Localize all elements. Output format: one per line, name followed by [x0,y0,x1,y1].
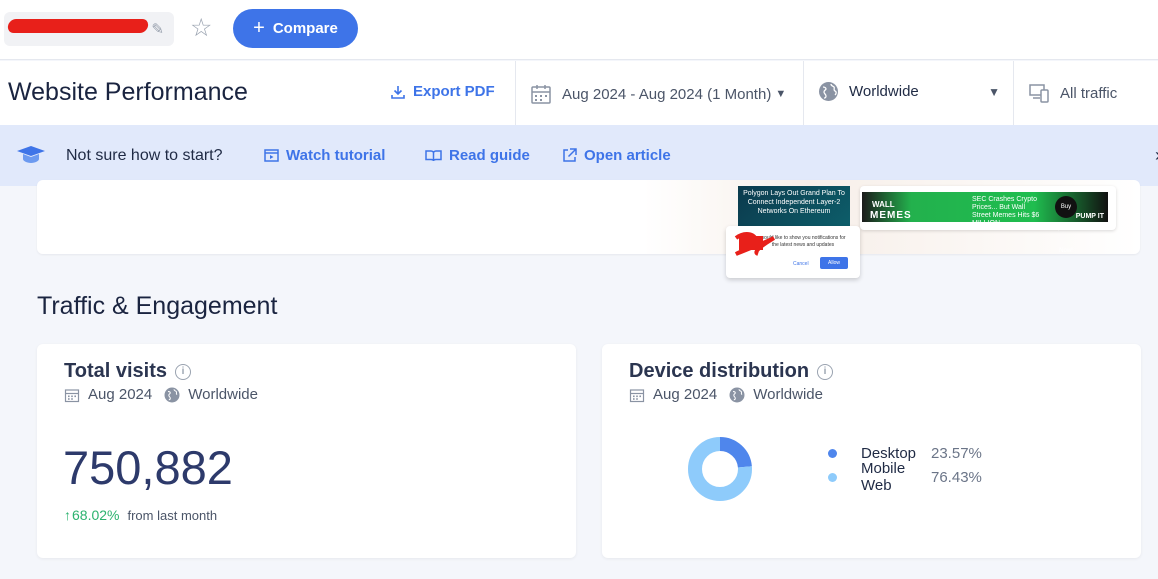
watch-tutorial-link[interactable]: Watch tutorial [264,147,385,164]
ad-strip-banner: WALL MEMES SEC Crashes Crypto Prices... … [862,192,1108,254]
caret-down-icon: ▼ [775,88,787,100]
region-value: Worldwide [849,83,919,100]
device-legend: Desktop 23.57% Mobile Web 76.43% [828,441,982,494]
period-label: Aug 2024 [653,386,718,403]
date-range-selector[interactable]: Aug 2024 - Aug 2024 (1 Month) ▼ [530,83,786,105]
devices-icon [1029,84,1049,103]
ad-headline-image[interactable]: Polygon Lays Out Grand Plan To Connect I… [738,186,850,228]
ad-brand: WALL [872,200,895,209]
legend-dot [828,448,837,458]
section-title: Traffic & Engagement [37,292,278,320]
legend-label: Mobile Web [861,460,906,494]
ad-strip[interactable]: WALL MEMES SEC Crashes Crypto Prices... … [860,186,1116,254]
legend-label: Desktop [861,444,917,462]
divider [515,61,516,125]
divider [1013,61,1014,125]
ad-headline: Polygon Lays Out Grand Plan To Connect I… [743,190,845,215]
region-label: Worldwide [188,386,258,403]
region-label: Worldwide [753,386,823,403]
card-title: Device distribution i [629,360,834,383]
visits-change: ↑ 68.02% from last month [64,507,217,523]
star-icon[interactable]: ☆ [190,14,212,42]
info-icon[interactable]: i [175,363,191,380]
redacted-domain [6,19,150,33]
export-pdf-button[interactable]: Export PDF [390,83,495,100]
globe-icon [164,387,180,402]
total-visits-value: 750,882 [63,441,233,494]
card-meta: Aug 2024 Worldwide [64,386,258,403]
download-icon [391,85,405,99]
ad-buy-button[interactable]: Buy $WSM Now! [1055,196,1077,254]
globe-icon [729,387,745,402]
period-label: Aug 2024 [88,386,153,403]
globe-icon [819,82,838,101]
pencil-icon[interactable]: ✎ [151,20,164,38]
info-icon[interactable]: i [817,363,834,380]
divider [803,61,804,125]
calendar-icon [64,388,80,402]
total-visits-card: Total visits i Aug 2024 Worldwide 750,88… [37,344,576,558]
caret-down-icon: ▼ [988,84,1000,99]
ad-pump: PUMP IT [1075,213,1104,220]
read-guide-label: Read guide [449,147,530,164]
total-visits-title: Total visits [64,360,167,382]
page-title: Website Performance [8,78,248,106]
redaction-scribble [734,232,776,256]
open-article-link[interactable]: Open article [562,147,671,164]
help-question: Not sure how to start? [66,147,223,164]
notification-allow-button[interactable]: Allow [820,257,848,269]
plus-icon: + [253,17,265,39]
legend-item-mobile-web: Mobile Web 76.43% [828,460,982,494]
device-distribution-card: Device distribution i Aug 2024 Worldwide… [602,344,1141,558]
device-distribution-title: Device distribution [629,360,810,382]
graduation-cap-icon [17,146,45,163]
change-suffix: from last month [127,507,218,523]
help-bar: Not sure how to start? Watch tutorial Re… [0,125,1158,186]
notification-cancel-button[interactable]: Cancel [793,261,809,267]
arrow-up-icon: ↑ [64,507,71,523]
device-donut-chart [688,437,752,501]
legend-dot [828,472,837,482]
card-meta: Aug 2024 Worldwide [629,386,823,403]
date-range-value: Aug 2024 - Aug 2024 (1 Month) [562,85,772,103]
export-label: Export PDF [413,83,495,100]
open-article-label: Open article [584,147,671,164]
calendar-icon [531,85,551,104]
card-title: Total visits i [64,360,191,383]
top-bar: ✎ ☆ + Compare [0,0,1158,60]
traffic-value: All traffic [1060,84,1118,102]
region-selector[interactable]: Worldwide ▼ [818,81,1000,102]
change-value: 68.02% [72,507,120,523]
ad-memes: MEMES [870,210,912,221]
ad-text: SEC Crashes Crypto Prices... But Wall St… [972,196,1040,227]
external-link-icon [563,148,577,162]
compare-label: Compare [272,20,338,37]
legend-value: 23.57% [931,444,982,462]
traffic-selector[interactable]: All traffic [1028,82,1117,104]
page-header: Website Performance Export PDF Aug 2024 … [0,61,1158,125]
calendar-icon [629,388,645,402]
book-icon [425,150,442,162]
legend-value: 76.43% [931,468,982,486]
watch-tutorial-label: Watch tutorial [286,147,386,164]
video-icon [264,149,279,162]
compare-button[interactable]: + Compare [233,9,358,48]
read-guide-link[interactable]: Read guide [425,147,530,164]
